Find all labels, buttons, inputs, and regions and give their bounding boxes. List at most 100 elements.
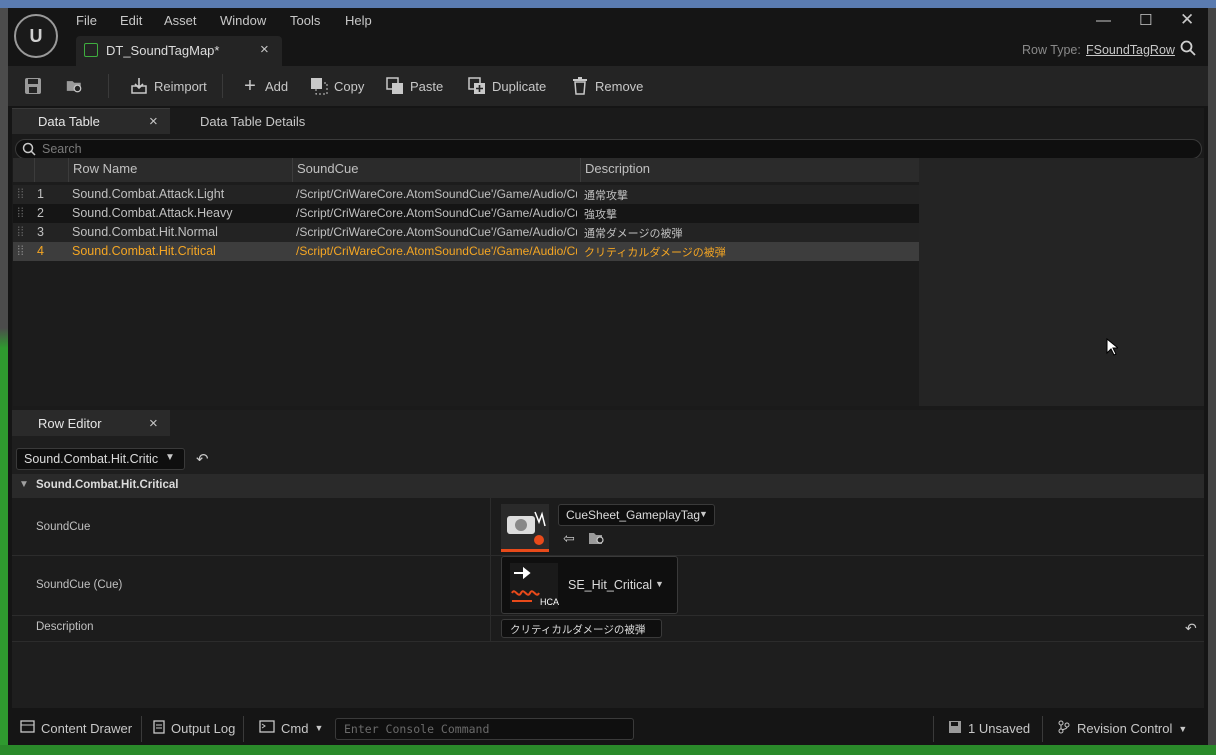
paste-icon — [386, 77, 404, 95]
header-description[interactable]: Description — [581, 158, 919, 182]
section-title: Sound.Combat.Hit.Critical — [36, 479, 179, 491]
prop-row-soundcue-cue: SoundCue (Cue) HCA SE_Hit_Critical ▼ — [12, 556, 1204, 616]
duplicate-button[interactable]: Duplicate — [468, 74, 546, 98]
row-soundcue: /Script/CriWareCore.AtomSoundCue'/Game/A… — [296, 244, 577, 258]
section-header[interactable]: ▼ Sound.Combat.Hit.Critical — [12, 474, 1204, 498]
output-log-label: Output Log — [171, 721, 236, 736]
search-icon[interactable] — [1180, 40, 1196, 59]
tab-row-editor[interactable]: Row Editor × — [12, 410, 170, 436]
console-command-input[interactable]: Enter Console Command — [335, 718, 634, 740]
section-collapse-icon[interactable]: ▼ — [19, 479, 29, 490]
reset-row-icon[interactable]: ↶ — [196, 450, 209, 468]
menu-edit[interactable]: Edit — [120, 13, 142, 28]
prop-row-description: Description クリティカルダメージの被弾 ↶ — [12, 616, 1204, 642]
asset-tab[interactable]: DT_SoundTagMap* × — [76, 36, 282, 66]
revision-control-button[interactable]: Revision Control ▼ — [1057, 720, 1187, 737]
chevron-down-icon: ▼ — [1178, 723, 1188, 734]
row-index: 1 — [37, 187, 44, 201]
add-button[interactable]: + Add — [241, 74, 288, 98]
header-soundcue[interactable]: SoundCue — [293, 158, 581, 182]
row-name: Sound.Combat.Attack.Heavy — [72, 206, 233, 220]
output-log-button[interactable]: Output Log — [153, 720, 235, 737]
desktop-background-left — [0, 8, 8, 755]
browse-button[interactable] — [66, 74, 84, 98]
menu-help[interactable]: Help — [345, 13, 372, 28]
asset-tab-close-icon[interactable]: × — [260, 41, 269, 58]
content-drawer-icon — [20, 720, 35, 736]
desktop-background-bottom — [0, 745, 1216, 755]
row-drag-handle-icon[interactable]: ⁞⁞ — [17, 225, 24, 239]
content-drawer-button[interactable]: Content Drawer — [20, 720, 132, 736]
row-name: Sound.Combat.Hit.Normal — [72, 225, 218, 239]
data-table-grid: Row Name SoundCue Description ⁞⁞ 1 Sound… — [13, 158, 919, 406]
prop-label-description: Description — [36, 621, 94, 633]
row-drag-handle-icon[interactable]: ⁞⁞ — [17, 187, 24, 201]
tab-row-editor-close-icon[interactable]: × — [149, 415, 158, 432]
tab-data-table-close-icon[interactable]: × — [149, 113, 158, 130]
chevron-down-icon: ▼ — [655, 579, 664, 589]
toolbar: Reimport + Add Copy Paste Duplicate Remo… — [8, 66, 1208, 106]
paste-button[interactable]: Paste — [386, 74, 443, 98]
soundcue-thumbnail[interactable] — [501, 504, 549, 552]
unreal-logo[interactable]: U — [14, 14, 58, 58]
menu-file[interactable]: File — [76, 13, 97, 28]
unsaved-button[interactable]: 1 Unsaved — [948, 720, 1030, 737]
row-index: 2 — [37, 206, 44, 220]
table-row-selected[interactable]: ⁞⁞ 4 Sound.Combat.Hit.Critical /Script/C… — [13, 242, 919, 261]
cmd-dropdown[interactable]: Cmd ▼ — [259, 720, 323, 736]
duplicate-icon — [468, 77, 486, 95]
grid-empty-area — [919, 158, 1204, 406]
cmd-label: Cmd — [281, 720, 309, 736]
paste-label: Paste — [410, 78, 444, 94]
soundcue-asset-picker[interactable]: CueSheet_GameplayTag ▼ — [558, 504, 715, 526]
duplicate-label: Duplicate — [492, 78, 547, 94]
reset-to-default-icon[interactable]: ↶ — [1185, 620, 1197, 637]
menu-bar: File Edit Asset Window Tools Help — ☐ ✕ — [8, 8, 1208, 36]
add-label: Add — [265, 78, 289, 94]
description-field[interactable]: クリティカルダメージの被弾 — [501, 619, 662, 638]
console-placeholder: Enter Console Command — [344, 722, 490, 736]
row-index: 3 — [37, 225, 44, 239]
browse-folder-icon — [66, 77, 84, 95]
use-selected-icon[interactable]: ⇦ — [563, 530, 575, 547]
asset-tab-title: DT_SoundTagMap* — [106, 43, 220, 58]
row-editor-panel: Row Editor × Sound.Combat.Hit.Critic ▼ ↶… — [12, 410, 1204, 708]
header-row-name[interactable]: Row Name — [69, 158, 293, 182]
copy-button[interactable]: Copy — [310, 74, 364, 98]
reimport-label: Reimport — [154, 78, 207, 94]
revision-control-label: Revision Control — [1077, 721, 1173, 736]
table-row[interactable]: ⁞⁞ 2 Sound.Combat.Attack.Heavy /Script/C… — [13, 204, 919, 223]
remove-button[interactable]: Remove — [571, 74, 643, 98]
row-name: Sound.Combat.Hit.Critical — [72, 244, 216, 258]
description-value: クリティカルダメージの被弾 — [510, 624, 646, 636]
chevron-down-icon: ▼ — [165, 452, 175, 463]
close-window-icon[interactable]: ✕ — [1180, 10, 1194, 30]
reimport-button[interactable]: Reimport — [130, 74, 207, 98]
row-name: Sound.Combat.Attack.Light — [72, 187, 225, 201]
status-bar: Content Drawer Output Log Cmd ▼ Enter Co… — [8, 712, 1208, 745]
minimize-icon[interactable]: — — [1096, 12, 1111, 29]
plus-icon: + — [244, 74, 256, 97]
menu-tools[interactable]: Tools — [290, 13, 320, 28]
maximize-icon[interactable]: ☐ — [1139, 11, 1152, 29]
row-selector-dropdown[interactable]: Sound.Combat.Hit.Critic ▼ — [16, 448, 185, 470]
cue-picker[interactable]: HCA SE_Hit_Critical ▼ — [501, 556, 678, 614]
tab-data-table-details[interactable]: Data Table Details — [172, 108, 332, 134]
unsaved-label: 1 Unsaved — [968, 721, 1031, 736]
menu-window[interactable]: Window — [220, 13, 266, 28]
menu-asset[interactable]: Asset — [164, 13, 197, 28]
row-type-link[interactable]: FSoundTagRow — [1086, 43, 1175, 57]
header-drag-col — [13, 158, 35, 182]
tab-data-table[interactable]: Data Table × — [12, 108, 170, 134]
browse-asset-icon[interactable] — [588, 531, 606, 548]
table-row[interactable]: ⁞⁞ 3 Sound.Combat.Hit.Normal /Script/Cri… — [13, 223, 919, 242]
row-drag-handle-icon[interactable]: ⁞⁞ — [17, 244, 24, 258]
search-input[interactable]: Search — [15, 139, 1202, 159]
output-log-icon — [153, 720, 165, 737]
table-row[interactable]: ⁞⁞ 1 Sound.Combat.Attack.Light /Script/C… — [13, 185, 919, 204]
save-icon — [24, 77, 42, 95]
save-button[interactable] — [24, 74, 42, 98]
branch-icon — [1057, 720, 1071, 737]
row-drag-handle-icon[interactable]: ⁞⁞ — [17, 206, 24, 220]
content-drawer-label: Content Drawer — [41, 720, 133, 736]
